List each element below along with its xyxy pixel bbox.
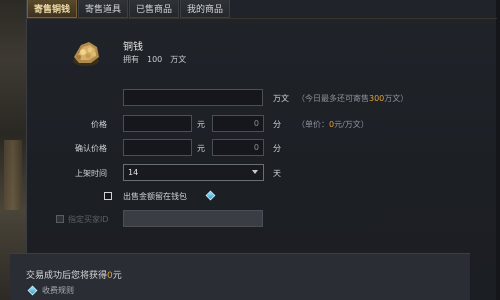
owned-value: 100 — [147, 55, 163, 64]
confirm-fen-input[interactable]: 0 — [212, 139, 264, 156]
buyer-id-label: 指定买家ID — [68, 215, 109, 224]
info-diamond-icon[interactable] — [205, 190, 216, 201]
keep-in-wallet-label: 出售金额留在钱包 — [123, 192, 187, 201]
tab-sold-goods[interactable]: 已售商品 — [129, 0, 180, 18]
price-label: 价格 — [91, 120, 107, 129]
owned-amount: 拥有 100 万文 — [123, 54, 186, 65]
remaining-quota: 300 — [369, 94, 385, 103]
duration-value: 14 — [128, 168, 139, 177]
tab-divider — [27, 18, 497, 19]
duration-unit: 天 — [273, 169, 281, 178]
confirm-fen-unit: 分 — [273, 144, 281, 153]
chevron-down-icon — [252, 170, 258, 174]
price-yuan-unit: 元 — [197, 120, 205, 129]
price-fen-unit: 分 — [273, 120, 281, 129]
price-yuan-input[interactable] — [123, 115, 192, 132]
owned-unit: 万文 — [170, 55, 187, 64]
unit-price-hint: （单价：0元/万文） — [297, 120, 369, 129]
buyer-id-input[interactable] — [123, 210, 263, 227]
confirm-yuan-unit: 元 — [197, 144, 205, 153]
duration-select[interactable]: 14 — [123, 164, 264, 181]
right-edge — [496, 0, 500, 300]
amount-unit: 万文 — [273, 94, 289, 103]
fee-rules-link[interactable]: 收费规则 — [42, 285, 74, 296]
tab-my-goods[interactable]: 我的商品 — [180, 0, 231, 18]
tab-bar: 寄售铜钱 寄售道具 已售商品 我的商品 — [27, 0, 231, 18]
item-name: 铜钱 — [123, 42, 143, 53]
owned-label: 拥有 — [123, 55, 139, 64]
earn-summary: 交易成功后您将获得0元 — [26, 271, 122, 281]
confirm-price-label: 确认价格 — [75, 144, 107, 153]
keep-in-wallet-checkbox[interactable] — [104, 192, 112, 200]
amount-hint: （今日最多还可寄售300万文） — [297, 94, 409, 103]
duration-label: 上架时间 — [75, 169, 107, 178]
price-fen-input[interactable]: 0 — [212, 115, 264, 132]
amount-input[interactable] — [123, 89, 263, 106]
buyer-id-checkbox[interactable] — [56, 215, 64, 223]
tab-sell-coins[interactable]: 寄售铜钱 — [27, 0, 78, 18]
tab-sell-items[interactable]: 寄售道具 — [78, 0, 129, 18]
confirm-yuan-input[interactable] — [123, 139, 192, 156]
copper-coins-icon — [69, 37, 103, 69]
